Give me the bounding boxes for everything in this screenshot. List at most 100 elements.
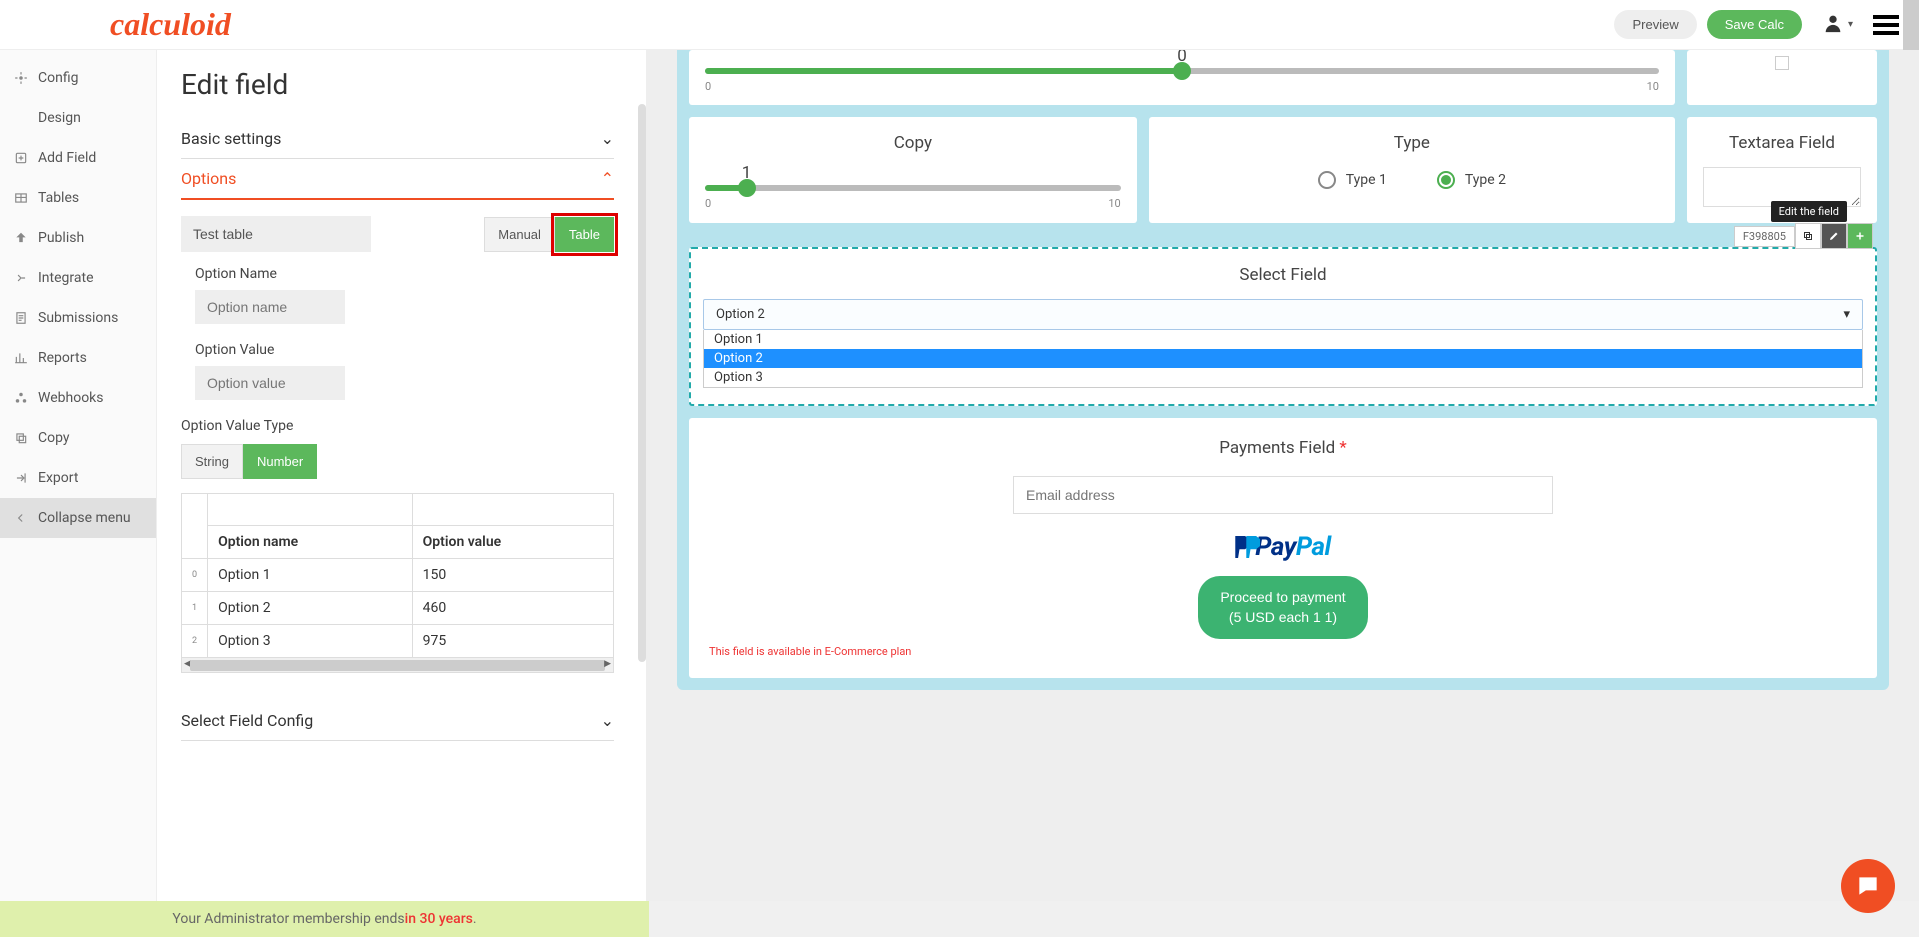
edit-panel: Edit field Basic settings ⌄ Options ⌃ Ma… (157, 50, 647, 901)
section-basic-settings[interactable]: Basic settings ⌄ (181, 119, 614, 159)
table-horizontal-scrollbar[interactable]: ◀ ▶ (181, 658, 614, 673)
sidebar-item-design[interactable]: Design (0, 98, 156, 138)
select-option[interactable]: Option 1 (704, 330, 1862, 349)
sidebar-item-label: Submissions (38, 310, 118, 326)
option-value-input[interactable] (195, 366, 345, 400)
slider-max: 10 (1108, 197, 1120, 210)
select-dropdown: Option 1 Option 2 Option 3 (703, 330, 1863, 388)
field-title: Payments Field * (709, 438, 1857, 458)
required-star: * (1339, 438, 1346, 458)
sidebar-item-addfield[interactable]: Add Field (0, 138, 156, 178)
section-options[interactable]: Options ⌃ (181, 159, 614, 200)
field-id-badge: F398805 (1734, 226, 1795, 247)
field-title: Type (1165, 133, 1659, 153)
table-cell-value: 460 (412, 592, 613, 625)
sidebar-item-reports[interactable]: Reports (0, 338, 156, 378)
value-type-string-button[interactable]: String (181, 444, 243, 479)
option-value-type-label: Option Value Type (181, 418, 614, 434)
chevron-down-icon: ⌄ (601, 711, 614, 730)
section-select-config[interactable]: Select Field Config ⌄ (181, 701, 614, 741)
select-option[interactable]: Option 2 (704, 349, 1862, 368)
slider-min: 0 (705, 197, 711, 210)
table-cell-value: 150 (412, 559, 613, 592)
option-name-input[interactable] (195, 290, 345, 324)
section-label: Basic settings (181, 129, 281, 148)
paypal-icon (1235, 536, 1251, 558)
user-menu[interactable]: ▾ (1822, 12, 1853, 38)
chevron-down-icon: ▾ (1843, 307, 1850, 322)
ecommerce-note: This field is available in E-Commerce pl… (709, 645, 1857, 658)
select-field-card: Edit the field F398805 Select Field Opti… (689, 247, 1877, 406)
caret-icon: ▾ (1848, 19, 1853, 30)
select-input[interactable]: Option 2 ▾ (703, 299, 1863, 330)
select-option[interactable]: Option 3 (704, 368, 1862, 387)
sidebar-item-label: Publish (38, 230, 84, 246)
sidebar-item-label: Integrate (38, 270, 94, 286)
sidebar-item-label: Webhooks (38, 390, 104, 406)
sidebar-item-label: Export (38, 470, 78, 486)
sidebar-item-label: Reports (38, 350, 87, 366)
slider-max: 10 (1647, 80, 1659, 93)
paypal-logo: PayPal (1235, 532, 1330, 562)
field-title: Textarea Field (1703, 133, 1861, 153)
radio-label: Type 2 (1465, 172, 1506, 188)
value-type-number-button[interactable]: Number (243, 444, 317, 479)
mode-toggle: Manual Table (484, 217, 614, 252)
sidebar-item-publish[interactable]: Publish (0, 218, 156, 258)
sidebar-item-submissions[interactable]: Submissions (0, 298, 156, 338)
sidebar-item-label: Design (38, 110, 81, 126)
page-title: Edit field (181, 68, 614, 101)
copy-field-button[interactable] (1795, 223, 1821, 249)
sidebar-item-copy[interactable]: Copy (0, 418, 156, 458)
chevron-down-icon: ⌄ (601, 129, 614, 148)
sidebar-item-tables[interactable]: Tables (0, 178, 156, 218)
field-title: Copy (705, 133, 1121, 153)
save-calc-button[interactable]: Save Calc (1707, 10, 1802, 39)
option-value-label: Option Value (195, 342, 614, 358)
slider-field-copy[interactable]: 1 010 (705, 167, 1121, 210)
hamburger-menu[interactable] (1873, 15, 1899, 35)
preview-button[interactable]: Preview (1614, 10, 1696, 39)
email-input[interactable] (1013, 476, 1553, 514)
user-icon (1822, 12, 1844, 38)
section-label: Select Field Config (181, 711, 313, 730)
checkbox-field[interactable] (1775, 56, 1789, 70)
slider-field[interactable]: 0 010 (705, 50, 1659, 93)
table-row[interactable]: 1Option 2460 (182, 592, 614, 625)
radio-type-1[interactable]: Type 1 (1318, 171, 1387, 189)
table-row[interactable]: 2Option 3975 (182, 625, 614, 658)
value-type-toggle: String Number (181, 444, 614, 479)
table-cell-value: 975 (412, 625, 613, 658)
preview-panel: 0 010 Copy 1 010 (647, 50, 1919, 901)
radio-type-2[interactable]: Type 2 (1437, 171, 1506, 189)
logo: calculoid (110, 6, 231, 43)
sidebar-item-integrate[interactable]: Integrate (0, 258, 156, 298)
membership-bar: Your Administrator membership ends in 30… (0, 901, 649, 937)
proceed-payment-button[interactable]: Proceed to payment (5 USD each 1 1) (1198, 576, 1367, 639)
table-cell-name: Option 2 (208, 592, 413, 625)
sidebar-item-config[interactable]: Config (0, 58, 156, 98)
topbar: calculoid Preview Save Calc ▾ (0, 0, 1919, 50)
sidebar-item-label: Config (38, 70, 78, 86)
add-field-button[interactable] (1847, 223, 1873, 249)
sidebar-item-webhooks[interactable]: Webhooks (0, 378, 156, 418)
sidebar-item-label: Tables (38, 190, 79, 206)
sidebar: Config Design Add Field Tables Publish I… (0, 50, 157, 901)
mode-table-button[interactable]: Table (555, 217, 614, 252)
sidebar-item-label: Add Field (38, 150, 96, 166)
edit-field-button[interactable] (1821, 223, 1847, 249)
mode-manual-button[interactable]: Manual (484, 217, 555, 252)
sidebar-item-label: Collapse menu (38, 510, 131, 526)
edit-panel-scrollbar[interactable] (638, 104, 646, 901)
chevron-up-icon: ⌃ (601, 169, 614, 188)
options-table: Option nameOption value 0Option 1150 1Op… (181, 493, 614, 658)
sidebar-item-export[interactable]: Export (0, 458, 156, 498)
chat-button[interactable] (1841, 859, 1895, 913)
table-row[interactable]: 0Option 1150 (182, 559, 614, 592)
field-title: Select Field (703, 265, 1863, 285)
sidebar-item-collapse[interactable]: Collapse menu (0, 498, 156, 538)
edit-field-tooltip: Edit the field (1771, 201, 1847, 222)
slider-min: 0 (705, 80, 711, 93)
test-table-input[interactable] (181, 216, 371, 252)
payments-field-card: Payments Field * PayPal Proceed to payme… (689, 418, 1877, 678)
